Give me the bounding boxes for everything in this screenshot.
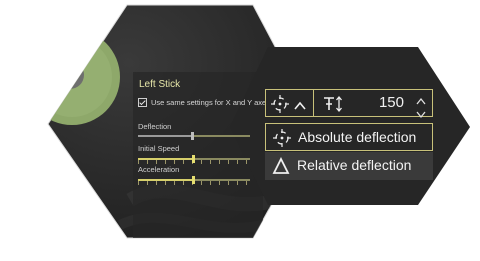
initial-speed-label: Initial Speed xyxy=(138,144,180,153)
toolbar-divider xyxy=(313,90,314,116)
crosshair-dropdown-icon[interactable] xyxy=(270,94,290,119)
stepper-down-icon[interactable] xyxy=(416,106,426,124)
absolute-deflection-option[interactable]: Absolute deflection xyxy=(265,123,433,151)
deflection-label: Deflection xyxy=(138,122,172,131)
relative-deflection-option[interactable]: Relative deflection xyxy=(265,152,433,180)
checkbox-label: Use same settings for X and Y axe xyxy=(151,97,267,107)
deflection-value[interactable]: 150 xyxy=(379,94,404,111)
acceleration-slider[interactable] xyxy=(138,176,250,185)
relative-deflection-label: Relative deflection xyxy=(297,157,412,173)
deflection-slider[interactable] xyxy=(138,132,250,140)
triangle-icon xyxy=(272,156,290,180)
acceleration-label: Acceleration xyxy=(138,165,180,174)
initial-speed-slider[interactable] xyxy=(138,155,250,164)
same-settings-checkbox-row[interactable]: Use same settings for X and Y axe xyxy=(138,96,266,108)
chevron-up-icon[interactable] xyxy=(294,98,306,116)
panel-title: Left Stick xyxy=(139,79,181,90)
screenshot-canvas: { "left_panel": { "title": "Left Stick",… xyxy=(0,0,480,261)
absolute-deflection-label: Absolute deflection xyxy=(298,129,417,145)
acceleration-slider-thumb[interactable] xyxy=(192,176,195,184)
crosshair-icon xyxy=(272,128,292,153)
same-settings-checkbox[interactable] xyxy=(138,97,147,107)
deflection-slider-thumb[interactable] xyxy=(191,132,194,140)
initial-speed-slider-thumb[interactable] xyxy=(192,155,195,163)
deflection-mode-toolbar: 150 xyxy=(265,89,433,119)
line-height-icon xyxy=(322,95,344,118)
stick-position-dot xyxy=(56,61,84,89)
